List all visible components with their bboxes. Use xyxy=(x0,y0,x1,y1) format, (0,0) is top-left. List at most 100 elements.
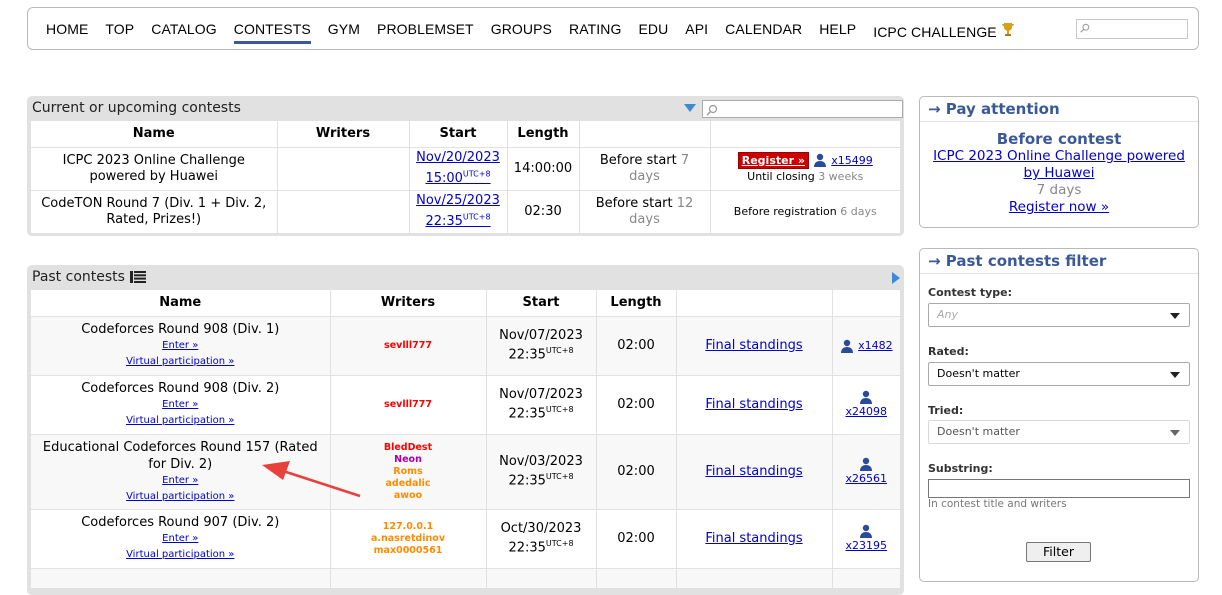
final-standings-link[interactable]: Final standings xyxy=(705,531,802,546)
pay-attention-title: → Pay attention xyxy=(920,97,1198,122)
before-start-label: Before start xyxy=(595,195,673,211)
top-menu: HOME TOP CATALOG CONTESTS GYM PROBLEMSET… xyxy=(27,7,1199,50)
col-name: Name xyxy=(31,290,331,317)
final-standings-link[interactable]: Final standings xyxy=(705,464,802,479)
user-icon xyxy=(840,339,853,353)
contest-length: 02:00 xyxy=(596,375,677,435)
next-page-icon[interactable] xyxy=(892,272,900,284)
register-now-link[interactable]: Register now » xyxy=(920,199,1198,216)
contest-search-input[interactable] xyxy=(702,100,903,118)
final-standings-link[interactable]: Final standings xyxy=(705,338,802,353)
start-date: Nov/03/2023 xyxy=(499,454,583,470)
current-contests-caption: Current or upcoming contests xyxy=(31,96,903,121)
writer-link[interactable]: Roms xyxy=(335,466,482,478)
writer-link[interactable]: adedalic xyxy=(335,478,482,490)
enter-link[interactable]: Enter » xyxy=(35,397,326,413)
participants-count[interactable]: x24098 xyxy=(845,405,887,418)
menu-groups[interactable]: GROUPS xyxy=(491,21,552,44)
writer-link[interactable]: BledDest xyxy=(335,442,482,454)
writer-link[interactable]: 127.0.0.1 xyxy=(335,521,482,533)
col-register xyxy=(710,121,900,148)
current-contests-table: Current or upcoming contests Name Writer… xyxy=(27,96,904,236)
col-start: Start xyxy=(486,290,597,317)
upcoming-contest-link[interactable]: ICPC 2023 Online Challenge powered by Hua… xyxy=(920,148,1198,182)
contest-name-cell: Codeforces Round 908 (Div. 2) Enter » Vi… xyxy=(31,375,331,435)
registrants-count[interactable]: x15499 xyxy=(831,154,873,167)
writer-link[interactable]: sevlll777 xyxy=(335,340,482,352)
substring-label: Substring: xyxy=(928,462,993,475)
enter-link[interactable]: Enter » xyxy=(35,473,326,489)
virtual-participation-link[interactable]: Virtual participation » xyxy=(35,413,326,429)
menu-problemset[interactable]: PROBLEMSET xyxy=(377,21,474,44)
table-header-row: Name Writers Start Length xyxy=(31,290,900,317)
menu-api[interactable]: API xyxy=(685,21,708,44)
participants-cell: x24098 xyxy=(832,375,900,435)
contest-name: Educational Codeforces Round 157 (Rated … xyxy=(42,439,318,472)
past-contests-filter-box: → Past contests filter Contest type: Any… xyxy=(919,248,1199,582)
utc-label: UTC+8 xyxy=(545,346,574,356)
participants-cell: x26561 xyxy=(832,434,900,510)
contest-writers: sevlll777 xyxy=(330,316,487,376)
register-button[interactable]: Register » xyxy=(737,151,809,169)
contest-writers xyxy=(277,147,410,191)
col-start: Start xyxy=(409,121,508,148)
table-row: Educational Codeforces Round 157 (Rated … xyxy=(31,434,900,510)
participants-count[interactable]: x26561 xyxy=(845,472,887,485)
table-row xyxy=(31,568,900,589)
substring-input[interactable] xyxy=(928,479,1190,498)
contest-type-label: Contest type: xyxy=(928,286,1012,299)
contest-writers: sevlll777 xyxy=(330,375,487,435)
contest-start: Nov/07/2023 22:35UTC+8 xyxy=(486,375,597,435)
writer-link[interactable]: max0000561 xyxy=(335,545,482,557)
menu-items: HOME TOP CATALOG CONTESTS GYM PROBLEMSET… xyxy=(46,21,1033,44)
writer-link[interactable]: Neon xyxy=(335,454,482,466)
filter-button[interactable]: Filter xyxy=(1026,542,1091,562)
virtual-participation-link[interactable]: Virtual participation » xyxy=(35,489,326,505)
contest-start: Nov/07/2023 22:35UTC+8 xyxy=(486,316,597,376)
top-search-input[interactable] xyxy=(1076,19,1188,39)
list-icon[interactable] xyxy=(130,271,147,283)
menu-edu[interactable]: EDU xyxy=(638,21,668,44)
contest-type-select[interactable]: Any xyxy=(928,303,1190,327)
toggle-down-icon[interactable] xyxy=(684,104,696,112)
col-status xyxy=(579,121,711,148)
menu-icpc-challenge[interactable]: ICPC CHALLENGE xyxy=(873,21,1016,44)
virtual-participation-link[interactable]: Virtual participation » xyxy=(35,354,326,370)
writer-link[interactable]: sevlll777 xyxy=(335,399,482,411)
utc-label: UTC+8 xyxy=(545,405,574,415)
participants-count[interactable]: x23195 xyxy=(845,539,887,552)
menu-home[interactable]: HOME xyxy=(46,21,88,44)
countdown-days: 7 days xyxy=(1036,182,1082,198)
menu-contests[interactable]: CONTESTS xyxy=(233,21,311,44)
rated-select[interactable]: Doesn't matter xyxy=(928,362,1190,386)
enter-link[interactable]: Enter » xyxy=(35,338,326,354)
participants-count[interactable]: x1482 xyxy=(858,339,893,352)
final-standings-link[interactable]: Final standings xyxy=(705,397,802,412)
start-date-link[interactable]: Nov/20/2023 15:00UTC+8 xyxy=(416,150,500,185)
table-row: CodeTON Round 7 (Div. 1 + Div. 2, Rated,… xyxy=(31,190,900,234)
virtual-participation-link[interactable]: Virtual participation » xyxy=(35,547,326,563)
menu-rating[interactable]: RATING xyxy=(569,21,621,44)
utc-label: UTC+8 xyxy=(545,472,574,482)
writer-link[interactable]: awoo xyxy=(335,490,482,502)
menu-help[interactable]: HELP xyxy=(819,21,856,44)
menu-gym[interactable]: GYM xyxy=(328,21,360,44)
enter-link[interactable]: Enter » xyxy=(35,531,326,547)
menu-icpc-challenge-label: ICPC CHALLENGE xyxy=(873,24,997,40)
start-date-link[interactable]: Nov/25/2023 22:35UTC+8 xyxy=(416,193,500,228)
contest-name: Codeforces Round 907 (Div. 2) xyxy=(81,515,280,530)
menu-top[interactable]: TOP xyxy=(105,21,134,44)
start-time: 22:35 xyxy=(425,213,463,229)
tried-select[interactable]: Doesn't matter xyxy=(928,420,1190,444)
contest-name-cell: Codeforces Round 908 (Div. 1) Enter » Vi… xyxy=(31,316,331,376)
rated-value: Doesn't matter xyxy=(937,367,1020,380)
menu-calendar[interactable]: CALENDAR xyxy=(725,21,802,44)
col-writers: Writers xyxy=(330,290,487,317)
writer-link[interactable]: a.nasretdinov xyxy=(335,533,482,545)
start-date: Nov/25/2023 xyxy=(416,193,500,209)
contest-length: 02:00 xyxy=(596,316,677,376)
col-length: Length xyxy=(507,121,580,148)
participants-cell: x1482 xyxy=(832,316,900,376)
menu-catalog[interactable]: CATALOG xyxy=(151,21,217,44)
chevron-down-icon xyxy=(1170,313,1180,319)
